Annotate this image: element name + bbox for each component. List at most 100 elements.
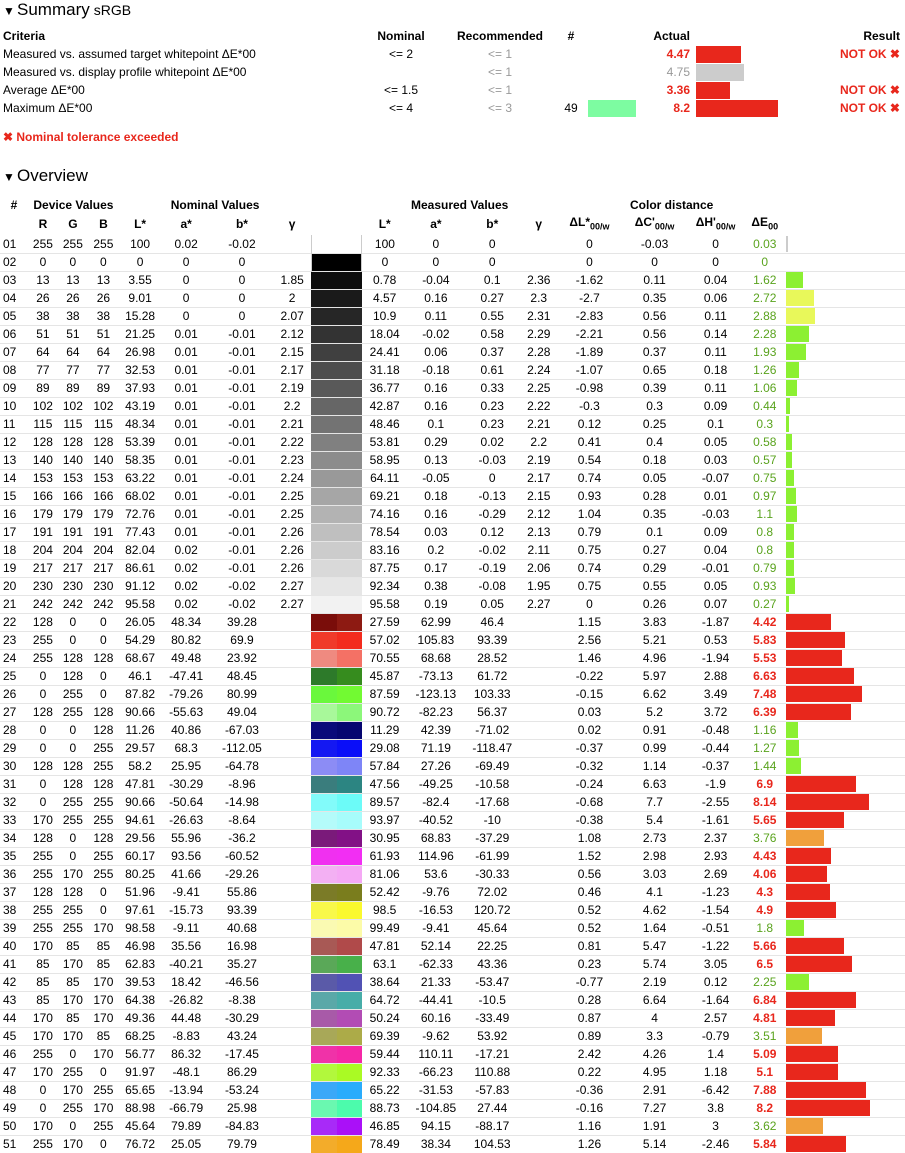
col-r: R	[38, 217, 48, 232]
summary-bar	[696, 82, 730, 99]
delta-e-bar-cell	[785, 595, 905, 613]
row-number: 46	[3, 1046, 17, 1061]
cell: 255	[32, 920, 53, 935]
measured-swatch	[336, 973, 362, 991]
cell: 85	[96, 956, 111, 971]
cell: 13	[36, 272, 50, 287]
cell: -0.01	[228, 434, 256, 449]
cell	[273, 649, 311, 667]
table-row: 11 115 115 115 48.34 0.01 -0.01 2.21 48.46 0.1 0.2…	[0, 415, 905, 434]
cell: 2.72	[753, 290, 777, 305]
row-number: 21	[3, 596, 17, 611]
cell: 255	[93, 866, 114, 881]
table-row: 19 217 217 217 86.61 0.02 -0.01 2.26 87.75 0.17 -0…	[0, 559, 905, 578]
color-swatch	[311, 703, 362, 721]
summary-heading[interactable]: ▼ Summary sRGB	[0, 0, 131, 22]
cell: 0.58	[753, 434, 777, 449]
cell: 0.06	[703, 290, 728, 305]
delta-e-bar-cell	[785, 559, 905, 577]
color-swatch	[311, 1099, 362, 1117]
table-row: 37 128 128 0 51.96 -9.41 55.86 52.42 -9.76 72.02 0…	[0, 883, 905, 902]
cell: 255	[93, 1118, 114, 1133]
cell: 58.2	[128, 758, 152, 773]
cell: 49.48	[171, 650, 202, 665]
delta-e-bar-cell	[785, 577, 905, 595]
color-swatch	[311, 523, 362, 541]
cell	[520, 847, 557, 865]
cell: 86.32	[171, 1046, 202, 1061]
measured-swatch	[336, 271, 362, 289]
cell: 128	[62, 650, 83, 665]
table-row: 20 230 230 230 91.12 0.02 -0.02 2.27 92.34 0.38 -0…	[0, 577, 905, 596]
table-row: 21 242 242 242 95.58 0.02 -0.02 2.27 95.58 0.19 0.…	[0, 595, 905, 614]
cell: 2.88	[703, 668, 728, 683]
summary-bar	[696, 64, 744, 81]
cell: 0.26	[642, 596, 667, 611]
cell: 4.43	[753, 848, 777, 863]
cell: 2.73	[642, 830, 667, 845]
cell: 255	[62, 902, 83, 917]
nominal-swatch	[311, 487, 337, 505]
delta-e-bar-cell	[785, 613, 905, 631]
cell: 5.83	[753, 632, 777, 647]
color-swatch	[311, 829, 362, 847]
cell: 91.97	[125, 1064, 156, 1079]
measured-swatch	[336, 451, 362, 469]
cell: 85	[66, 1010, 80, 1025]
row-number: 04	[3, 290, 17, 305]
cell: 51.96	[125, 884, 156, 899]
cell: 0.05	[703, 434, 728, 449]
cell	[520, 703, 557, 721]
row-number: 28	[3, 722, 17, 737]
delta-e-bar	[785, 974, 809, 991]
cell: -0.79	[701, 1028, 730, 1043]
nominal-swatch	[311, 739, 337, 757]
nominal-swatch	[311, 955, 337, 973]
cell: 255	[93, 812, 114, 827]
col-delta-h: ΔH'00/w	[695, 215, 736, 232]
cell: 0	[100, 1064, 107, 1079]
nominal-swatch	[311, 271, 337, 289]
cell: 27.59	[369, 614, 400, 629]
summary-nominal	[368, 63, 434, 81]
cell: -53.47	[475, 974, 510, 989]
cell: 25.05	[171, 1136, 202, 1151]
nominal-swatch	[311, 433, 337, 451]
cell: 2.26	[280, 542, 304, 557]
cell: 0	[39, 1082, 47, 1097]
cell: 22.25	[477, 938, 508, 953]
summary-result	[790, 63, 900, 81]
cell: 95.58	[369, 596, 400, 611]
cell: 72.02	[477, 884, 508, 899]
table-row: 32 0 255 255 90.66 -50.64 -14.98 89.57 -82.4 -17.…	[0, 793, 905, 812]
cell: 170	[62, 1028, 83, 1043]
cell: 2.24	[527, 362, 551, 377]
cell: 65.22	[369, 1082, 400, 1097]
cell: 3.51	[753, 1028, 777, 1043]
cell: 29.56	[125, 830, 156, 845]
cell: -0.03	[701, 506, 730, 521]
row-number: 35	[3, 848, 17, 863]
cell: 170	[93, 920, 114, 935]
measured-swatch	[336, 631, 362, 649]
color-swatch	[311, 757, 362, 775]
cell: 0.02	[577, 722, 602, 737]
cell: -64.78	[224, 758, 259, 773]
color-swatch	[311, 649, 362, 667]
collapse-triangle-icon[interactable]: ▼	[3, 167, 17, 187]
cell: 0.55	[642, 578, 667, 593]
cell: 0.13	[424, 452, 448, 467]
cell	[520, 721, 557, 739]
cell: 5.65	[753, 812, 777, 827]
cell: 2.56	[577, 632, 602, 647]
cell: -30.29	[224, 1010, 259, 1025]
table-row: 50 170 0 255 45.64 79.89 -84.83 46.85 94.15 -88.1…	[0, 1117, 905, 1136]
delta-e-bar-cell	[786, 253, 905, 271]
overview-heading[interactable]: ▼ Overview	[0, 166, 88, 188]
cell: 86.29	[226, 1064, 257, 1079]
cell: -2.21	[575, 326, 604, 341]
cell	[520, 973, 557, 991]
cell: 128	[32, 758, 53, 773]
collapse-triangle-icon[interactable]: ▼	[3, 1, 17, 21]
table-row: 06 51 51 51 21.25 0.01 -0.01 2.12 18.04 -0.02 0.58…	[0, 325, 905, 344]
